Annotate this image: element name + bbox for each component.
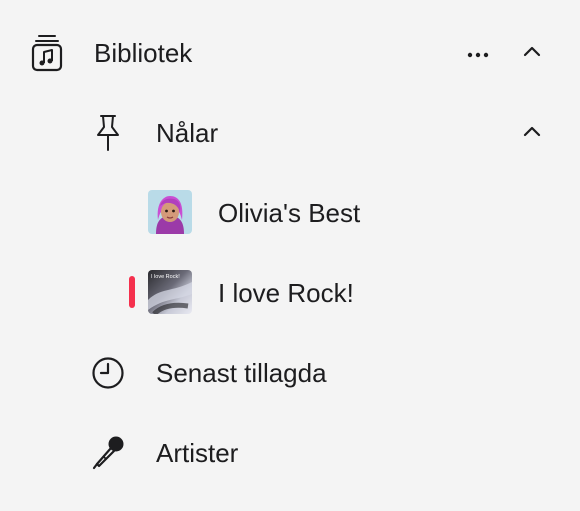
- playlist-artwork-rock: I love Rock!: [148, 270, 192, 314]
- now-playing-indicator: [129, 276, 135, 308]
- pin-icon: [95, 114, 121, 157]
- sidebar-item-artists[interactable]: Artister: [0, 422, 580, 482]
- pins-label: Nålar: [156, 118, 219, 148]
- recently-added-label: Senast tillagda: [156, 358, 327, 388]
- pinned-playlist-item[interactable]: Olivia's Best: [0, 182, 580, 242]
- playlist-label: I love Rock!: [218, 278, 354, 308]
- artwork-caption: I love Rock!: [151, 274, 180, 280]
- pinned-playlist-item[interactable]: I love Rock! I love Rock!: [0, 262, 580, 322]
- library-header[interactable]: Bibliotek: [0, 22, 580, 82]
- microphone-icon: [92, 434, 126, 475]
- sidebar-item-recently-added[interactable]: Senast tillagda: [0, 342, 580, 402]
- music-library-icon: [31, 34, 63, 77]
- library-label: Bibliotek: [94, 38, 193, 68]
- chevron-up-icon[interactable]: [522, 124, 542, 143]
- playlist-label: Olivia's Best: [218, 198, 361, 228]
- more-options-icon[interactable]: [466, 47, 490, 58]
- pins-header[interactable]: Nålar: [0, 102, 580, 162]
- clock-icon: [91, 356, 125, 395]
- chevron-up-icon[interactable]: [522, 44, 542, 63]
- playlist-artwork-olivia: [148, 190, 192, 234]
- artists-label: Artister: [156, 438, 239, 468]
